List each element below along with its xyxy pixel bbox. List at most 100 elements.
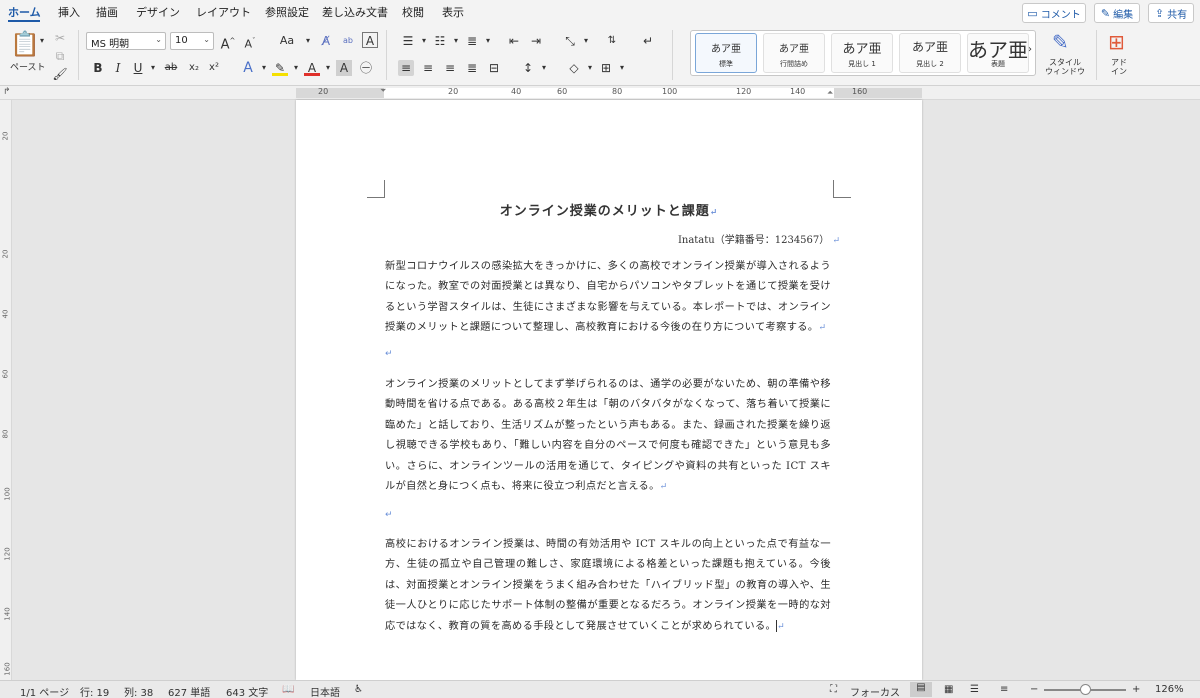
web-layout-icon[interactable]: ▦ bbox=[944, 684, 953, 695]
format-painter-icon[interactable]: 🖌 bbox=[52, 66, 68, 82]
bold-button[interactable]: B bbox=[90, 60, 106, 76]
copy-icon[interactable]: ⧉ bbox=[52, 48, 68, 64]
chevron-down-icon[interactable]: ▾ bbox=[448, 33, 464, 49]
draft-view-icon[interactable]: ≡ bbox=[1000, 684, 1008, 695]
font-name-select[interactable]: MS 明朝 ⌄ bbox=[86, 32, 166, 50]
sort-icon[interactable]: ⇅ bbox=[604, 33, 620, 49]
tab-insert[interactable]: 挿入 bbox=[58, 4, 80, 20]
chevron-down-icon[interactable]: ▾ bbox=[480, 33, 496, 49]
phonetic-guide-icon[interactable]: ab bbox=[340, 33, 356, 49]
superscript-button[interactable]: x² bbox=[206, 60, 222, 76]
paste-button-label[interactable]: ペースト bbox=[10, 60, 46, 73]
shrink-font-button[interactable]: Aˇ bbox=[242, 33, 258, 51]
chevron-down-icon[interactable]: ▾ bbox=[288, 60, 304, 76]
document-title[interactable]: オンライン授業のメリットと課題↵ bbox=[296, 200, 922, 219]
document-author[interactable]: Inatatu（学籍番号：1234567） ↵ bbox=[678, 231, 840, 246]
align-center-icon[interactable]: ≡ bbox=[420, 60, 436, 76]
paragraph-intro[interactable]: 新型コロナウイルスの感染拡大をきっかけに、多くの高校でオンライン授業が導入される… bbox=[385, 257, 831, 339]
align-right-icon[interactable]: ≡ bbox=[442, 60, 458, 76]
text-effects-icon[interactable]: A bbox=[240, 60, 256, 76]
page-count[interactable]: 1/1 ページ bbox=[20, 684, 69, 698]
asian-layout-icon[interactable]: ⤡ bbox=[562, 33, 578, 49]
tab-layout[interactable]: レイアウト bbox=[196, 4, 251, 20]
zoom-level[interactable]: 126% bbox=[1155, 684, 1184, 695]
borders-icon[interactable]: ⊞ bbox=[598, 60, 614, 76]
align-left-icon[interactable]: ≡ bbox=[398, 60, 414, 76]
grow-font-button[interactable]: A^ bbox=[220, 33, 236, 52]
chevron-down-icon[interactable]: ▾ bbox=[256, 60, 272, 76]
italic-button[interactable]: I bbox=[110, 60, 126, 76]
chevron-down-icon[interactable]: ▾ bbox=[320, 60, 336, 76]
underline-button[interactable]: U bbox=[130, 60, 146, 76]
bullets-icon[interactable]: ☰ bbox=[400, 33, 416, 49]
style-title[interactable]: あア亜 表題 bbox=[967, 33, 1029, 73]
language-indicator[interactable]: 日本語 bbox=[310, 684, 340, 698]
tab-selector-icon[interactable]: ↱ bbox=[3, 87, 11, 97]
justify-icon[interactable]: ≣ bbox=[464, 60, 480, 76]
style-no-spacing[interactable]: あア亜 行間詰め bbox=[763, 33, 825, 73]
character-border-icon[interactable]: A bbox=[362, 32, 378, 48]
numbering-icon[interactable]: ☷ bbox=[432, 33, 448, 49]
tab-design[interactable]: デザイン bbox=[136, 4, 180, 20]
cut-icon[interactable]: ✂ bbox=[52, 30, 68, 46]
focus-icon[interactable]: ⛶ bbox=[830, 684, 837, 695]
strikethrough-button[interactable]: ab bbox=[162, 60, 180, 76]
style-window-button[interactable]: スタイル ウィンドウ bbox=[1040, 58, 1090, 76]
font-color-icon[interactable]: A bbox=[304, 60, 320, 76]
chevron-down-icon[interactable]: ▾ bbox=[416, 33, 432, 49]
paragraph-conclusion[interactable]: 高校におけるオンライン授業は、時間の有効活用や ICT スキルの向上といった点で… bbox=[385, 535, 831, 637]
font-size-select[interactable]: 10 ⌄ bbox=[170, 32, 214, 50]
word-count[interactable]: 627 単語 bbox=[168, 684, 210, 698]
print-layout-icon[interactable]: ▤ bbox=[910, 682, 932, 697]
highlight-icon[interactable]: ✎ bbox=[272, 60, 288, 76]
tab-mailings[interactable]: 差し込み文書 bbox=[322, 4, 388, 20]
subscript-button[interactable]: x₂ bbox=[186, 60, 202, 76]
zoom-out-button[interactable]: − bbox=[1030, 684, 1038, 695]
tab-references[interactable]: 参照設定 bbox=[265, 4, 309, 20]
clipboard-icon[interactable]: 📋 bbox=[10, 30, 40, 58]
shading-icon[interactable]: ◇ bbox=[566, 60, 582, 76]
addins-button[interactable]: アド イン bbox=[1104, 58, 1134, 76]
horizontal-ruler[interactable]: 20 20 40 60 80 100 120 140 160 ⏷ ⏶ bbox=[296, 86, 922, 98]
comment-button[interactable]: ▭ コメント bbox=[1022, 3, 1086, 23]
document-page[interactable]: オンライン授業のメリットと課題↵ Inatatu（学籍番号：1234567） ↵… bbox=[296, 100, 922, 680]
chevron-down-icon[interactable]: ▾ bbox=[536, 60, 552, 76]
style-heading-1[interactable]: あア亜 見出し 1 bbox=[831, 33, 893, 73]
char-count[interactable]: 643 文字 bbox=[226, 684, 268, 698]
proofing-icon[interactable]: 📖 bbox=[282, 684, 294, 695]
change-case-button[interactable]: Aa bbox=[276, 33, 298, 49]
decrease-indent-icon[interactable]: ⇤ bbox=[506, 33, 522, 49]
chevron-down-icon[interactable]: ▾ bbox=[578, 33, 594, 49]
tab-view[interactable]: 表示 bbox=[442, 4, 464, 20]
character-shading-icon[interactable]: A bbox=[336, 60, 352, 76]
paragraph-merits[interactable]: オンライン授業のメリットとしてまず挙げられるのは、通学の必要がないため、朝の準備… bbox=[385, 375, 831, 497]
zoom-slider-thumb[interactable] bbox=[1080, 684, 1091, 695]
chevron-down-icon[interactable]: ▾ bbox=[300, 33, 316, 49]
tab-review[interactable]: 校閲 bbox=[402, 4, 424, 20]
share-button[interactable]: ⇪ 共有 bbox=[1148, 3, 1194, 23]
styles-more-chevron-icon[interactable]: › bbox=[1028, 44, 1032, 55]
chevron-down-icon[interactable]: ▾ bbox=[582, 60, 598, 76]
paste-dropdown-icon[interactable]: ▾ bbox=[40, 36, 44, 45]
style-normal[interactable]: あア亜 標準 bbox=[695, 33, 757, 73]
zoom-in-button[interactable]: + bbox=[1132, 684, 1140, 695]
focus-mode-button[interactable]: フォーカス bbox=[850, 684, 900, 698]
edit-button[interactable]: ✎ 編集 bbox=[1094, 3, 1140, 23]
style-heading-2[interactable]: あア亜 見出し 2 bbox=[899, 33, 961, 73]
chevron-down-icon[interactable]: ▾ bbox=[145, 60, 161, 76]
accessibility-icon[interactable]: ♿ bbox=[354, 684, 363, 695]
addins-icon[interactable]: ⊞ bbox=[1108, 30, 1125, 54]
tab-draw[interactable]: 描画 bbox=[96, 4, 118, 20]
indent-marker-icon[interactable]: ⏷ bbox=[380, 86, 386, 96]
style-pane-icon[interactable]: ✎ bbox=[1052, 30, 1069, 54]
enclose-character-icon[interactable]: ㊀ bbox=[358, 60, 374, 76]
right-indent-marker-icon[interactable]: ⏶ bbox=[827, 88, 833, 98]
increase-indent-icon[interactable]: ⇥ bbox=[528, 33, 544, 49]
multilevel-list-icon[interactable]: ≣ bbox=[464, 33, 480, 49]
tab-home[interactable]: ホーム bbox=[8, 4, 41, 20]
distributed-icon[interactable]: ⊟ bbox=[486, 60, 502, 76]
line-spacing-icon[interactable]: ↕ bbox=[520, 60, 536, 76]
chevron-down-icon[interactable]: ▾ bbox=[614, 60, 630, 76]
clear-formatting-icon[interactable]: A̸ bbox=[318, 33, 334, 49]
outline-view-icon[interactable]: ☰ bbox=[970, 684, 979, 695]
